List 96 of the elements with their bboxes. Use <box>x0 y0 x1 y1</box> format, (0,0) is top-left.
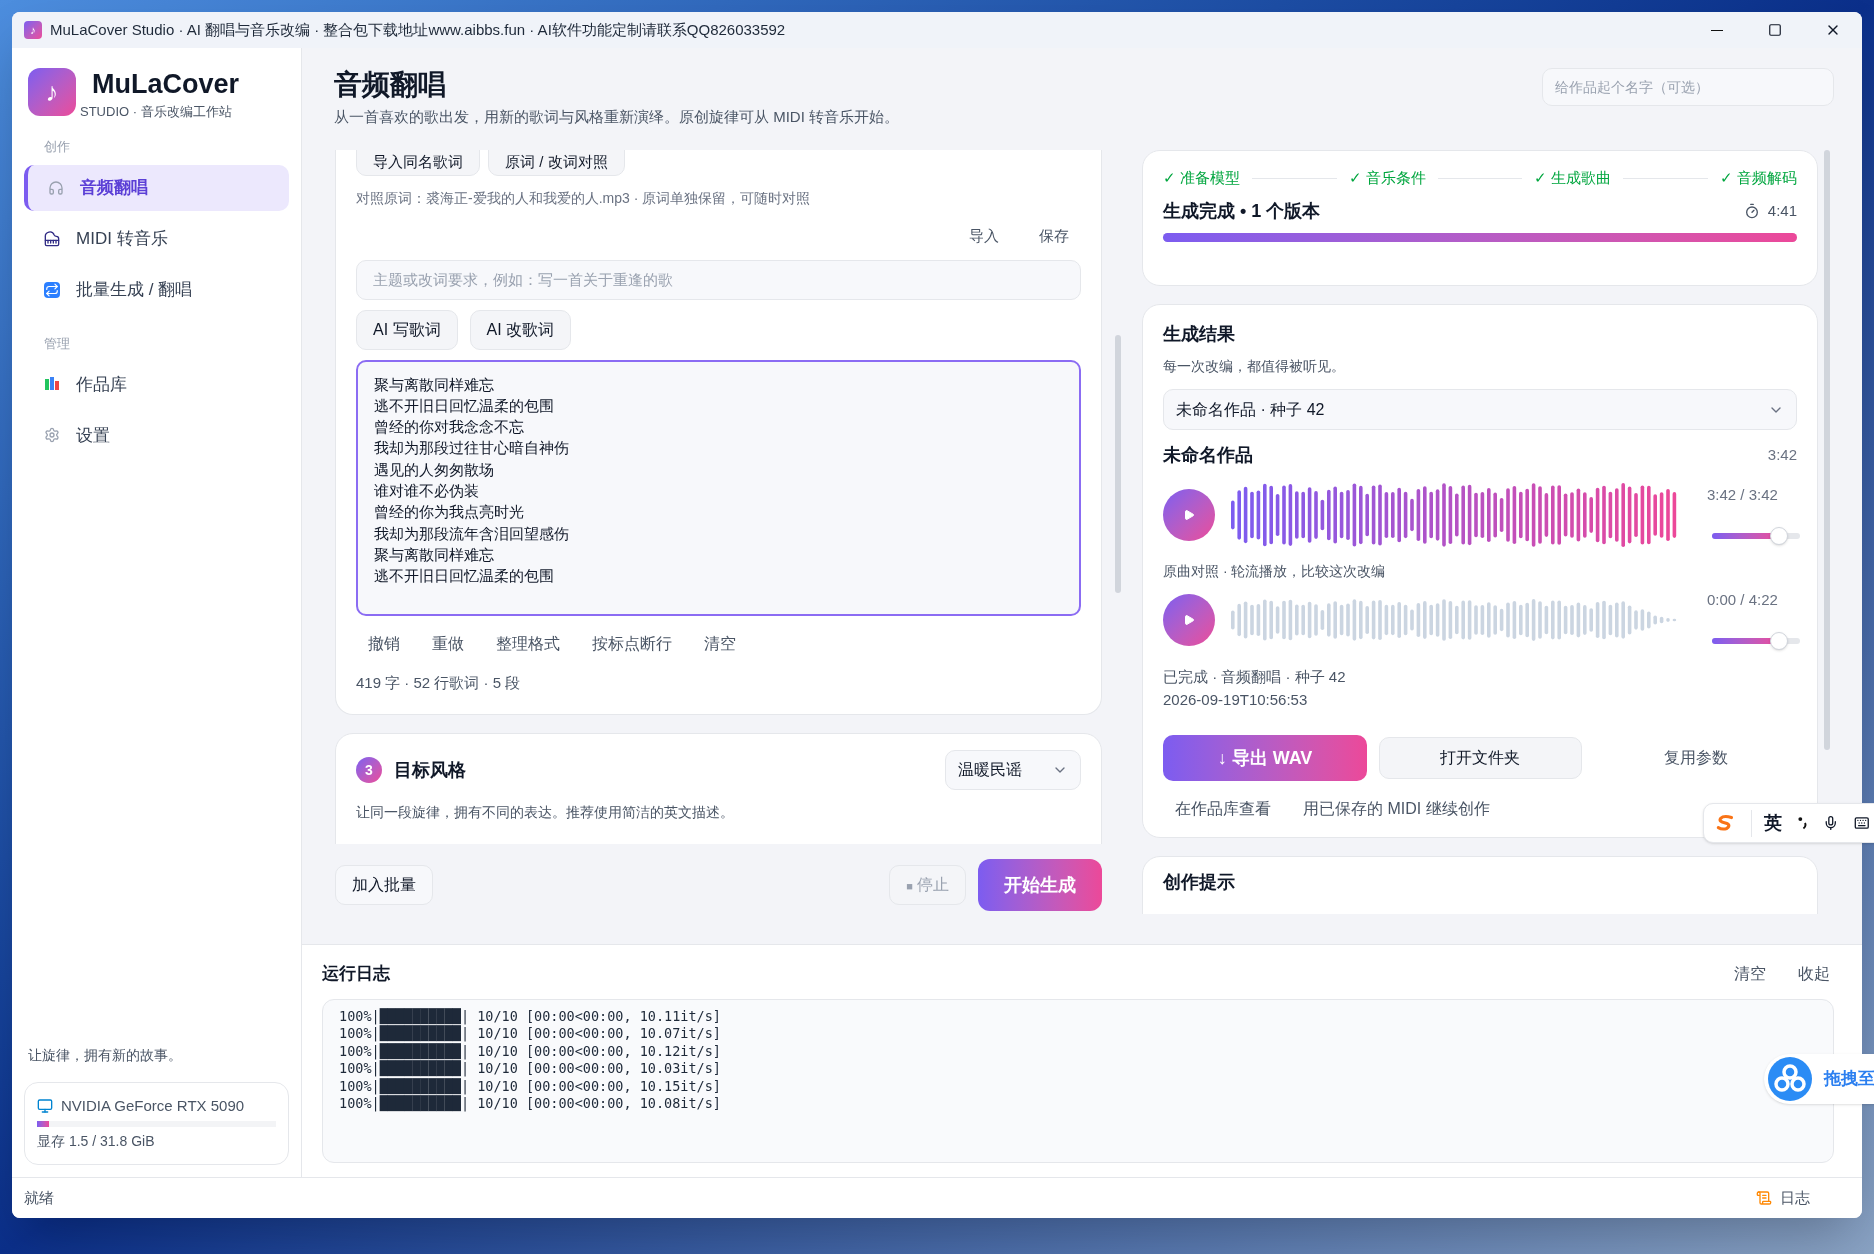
library-icon <box>44 376 60 393</box>
nav-item[interactable]: 作品库 <box>24 361 289 408</box>
section-title: 目标风格 <box>394 758 466 782</box>
playback-time: 0:00 / 4:22 <box>1707 589 1779 610</box>
log-line: 100%|██████████| 10/10 [00:00<00:00, 10.15it/s] <box>339 1077 722 1095</box>
reuse-params-button[interactable]: 复用参数 <box>1594 737 1797 779</box>
nav-item[interactable]: MIDI 转音乐 <box>24 215 289 262</box>
nav-item[interactable]: 音频翻唱 <box>24 164 289 211</box>
status-text: 就绪 <box>24 1187 54 1208</box>
play-icon <box>1183 614 1195 626</box>
progress-step: ✓ 音频解码 <box>1719 167 1797 190</box>
progress-step: ✓ 生成歌曲 <box>1534 167 1612 190</box>
settings-icon <box>44 427 60 444</box>
drag-hint: 拖拽至 <box>1824 1068 1874 1091</box>
result-select[interactable]: 未命名作品 · 种子 42 <box>1163 389 1797 430</box>
cloud-widget[interactable]: 拖拽至 <box>1764 1054 1874 1104</box>
gpu-name: NVIDIA GeForce RTX 5090 <box>61 1095 245 1116</box>
headphones-icon <box>48 179 64 196</box>
elapsed-time: 4:41 <box>1767 200 1797 221</box>
nav-section-label: 创作 <box>43 138 71 157</box>
edit-action-link[interactable]: 整理格式 <box>496 631 560 656</box>
log-line: 100%|██████████| 10/10 [00:00<00:00, 10.08it/s] <box>339 1095 722 1113</box>
nav-item[interactable]: 批量生成 / 翻唱 <box>24 266 289 313</box>
log-button[interactable]: 日志 <box>1756 1186 1810 1210</box>
edit-action-link[interactable]: 按标点断行 <box>592 631 672 656</box>
section-description: 每一次改编，都值得被听见。 <box>1163 357 1346 376</box>
lyrics-tool-button[interactable]: 导入同名歌词 <box>356 150 480 176</box>
section-title: 生成结果 <box>1163 323 1236 346</box>
log-line: 100%|██████████| 10/10 [00:00<00:00, 10.12it/s] <box>339 1042 722 1060</box>
page-title: 音频翻唱 <box>334 68 447 102</box>
section-title: 创作提示 <box>1163 872 1235 892</box>
result-link[interactable]: 在作品库查看 <box>1175 797 1271 821</box>
file-action-link[interactable]: 保存 <box>1039 225 1069 248</box>
generation-status: 生成完成 • 1 个版本 <box>1163 199 1321 223</box>
nav-section-label: 管理 <box>43 334 71 353</box>
piano-icon <box>44 230 60 247</box>
brand-subtitle: STUDIO · 音乐改编工作站 <box>80 102 233 121</box>
memory-usage: 显存 1.5 / 31.8 GiB <box>37 1132 156 1151</box>
edit-action-link[interactable]: 清空 <box>704 631 736 656</box>
play-button[interactable] <box>1163 594 1215 646</box>
file-action-link[interactable]: 导入 <box>969 225 999 248</box>
edit-action-link[interactable]: 撤销 <box>368 631 400 656</box>
repeat-icon <box>44 281 60 298</box>
result-timestamp: 2026-09-19T10:56:53 <box>1163 689 1309 710</box>
track-title: 未命名作品 <box>1163 444 1253 467</box>
scrollbar[interactable] <box>1115 335 1121 593</box>
log-line: 100%|██████████| 10/10 [00:00<00:00, 10.03it/s] <box>339 1060 722 1077</box>
result-meta: 已完成 · 音频翻唱 · 种子 42 <box>1163 667 1347 687</box>
play-icon <box>1183 509 1195 521</box>
export-button[interactable]: ↓ 导出 WAV <box>1163 735 1367 781</box>
progress-step: ✓ 音乐条件 <box>1348 167 1426 190</box>
log-title: 运行日志 <box>322 963 390 985</box>
scroll-icon <box>1756 1190 1772 1206</box>
ime-mode[interactable]: 英 <box>1750 809 1782 837</box>
section-description: 让同一段旋律，拥有不同的表达。推荐使用简洁的英文描述。 <box>356 803 735 822</box>
log-action-link[interactable]: 收起 <box>1798 961 1830 986</box>
step-badge: 3 <box>356 757 382 783</box>
tagline: 让旋律，拥有新的故事。 <box>27 1045 183 1065</box>
play-button[interactable] <box>1163 489 1215 541</box>
track-duration: 3:42 <box>1767 445 1797 466</box>
punctuation-icon[interactable] <box>1797 815 1807 831</box>
slider-thumb[interactable] <box>1769 632 1788 651</box>
playback-time: 3:42 / 3:42 <box>1707 484 1779 505</box>
cloud-icon <box>1768 1057 1812 1101</box>
name-field[interactable]: 给作品起个名字（可选） <box>1542 68 1834 106</box>
minimize-icon <box>1711 29 1723 31</box>
lyrics-tool-button[interactable]: 原词 / 改词对照 <box>488 150 625 176</box>
log-line: 100%|██████████| 10/10 [00:00<00:00, 10.07it/s] <box>339 1025 722 1042</box>
lyrics-field[interactable]: 聚与离散同样难忘 逃不开旧日回忆温柔的包围 曾经的你对我念念不忘 我却为那段过往甘心暗自神伤 遇见的人匆匆散场 谁对谁不必伪装 曾经的你为我点亮时光 我却为那段流年含泪回望感伤 聚与离散同样难忘 逃不开旧日回忆温柔的包围 <box>356 359 1081 616</box>
ai-lyrics-button[interactable]: AI 写歌词 <box>356 309 458 350</box>
app-logo: ♪ <box>28 68 76 116</box>
slider-thumb[interactable] <box>1769 527 1788 546</box>
monitor-icon <box>37 1097 53 1114</box>
brand-name: MuLaCover <box>92 68 240 101</box>
nav-item[interactable]: 设置 <box>24 412 289 459</box>
start-button[interactable]: 开始生成 <box>978 859 1102 911</box>
log-action-link[interactable]: 清空 <box>1734 961 1766 986</box>
swirl-logo-icon <box>1716 813 1735 833</box>
window-title: MuLaCover Studio · AI 翻唱与音乐改编 · 整合包下载地址www.aibbs.fun · AI软件功能定制请联系QQ826033592 <box>50 19 786 40</box>
open-folder-button[interactable]: 打开文件夹 <box>1379 737 1582 779</box>
add-to-batch-button[interactable]: 加入批量 <box>335 865 433 905</box>
log-line: 100%|██████████| 10/10 [00:00<00:00, 10.11it/s] <box>339 1007 722 1025</box>
maximize-icon <box>1768 23 1782 37</box>
lyrics-stats: 419 字 · 52 行歌词 · 5 段 <box>356 672 522 693</box>
progress-step: ✓ 准备模型 <box>1163 167 1241 190</box>
prompt-field[interactable]: 主题或改词要求，例如：写一首关于重逢的歌 <box>356 259 1081 300</box>
scrollbar[interactable] <box>1824 150 1830 750</box>
style-select[interactable]: 温暖民谣 <box>945 750 1081 790</box>
result-link[interactable]: 用已保存的 MIDI 继续创作 <box>1303 797 1490 821</box>
stopwatch-icon <box>1743 203 1760 219</box>
player-caption: 原曲对照 · 轮流播放，比较这次改编 <box>1163 562 1387 581</box>
app-icon: ♪ <box>24 21 42 39</box>
ai-lyrics-button[interactable]: AI 改歌词 <box>469 309 572 350</box>
page-subtitle: 从一首喜欢的歌出发，用新的歌词与风格重新演绎。原创旋律可从 MIDI 转音乐开始。 <box>334 107 899 127</box>
edit-action-link[interactable]: 重做 <box>432 631 464 656</box>
reference-note: 对照原词：裘海正-爱我的人和我爱的人.mp3 · 原词单独保留，可随时对照 <box>356 189 812 208</box>
